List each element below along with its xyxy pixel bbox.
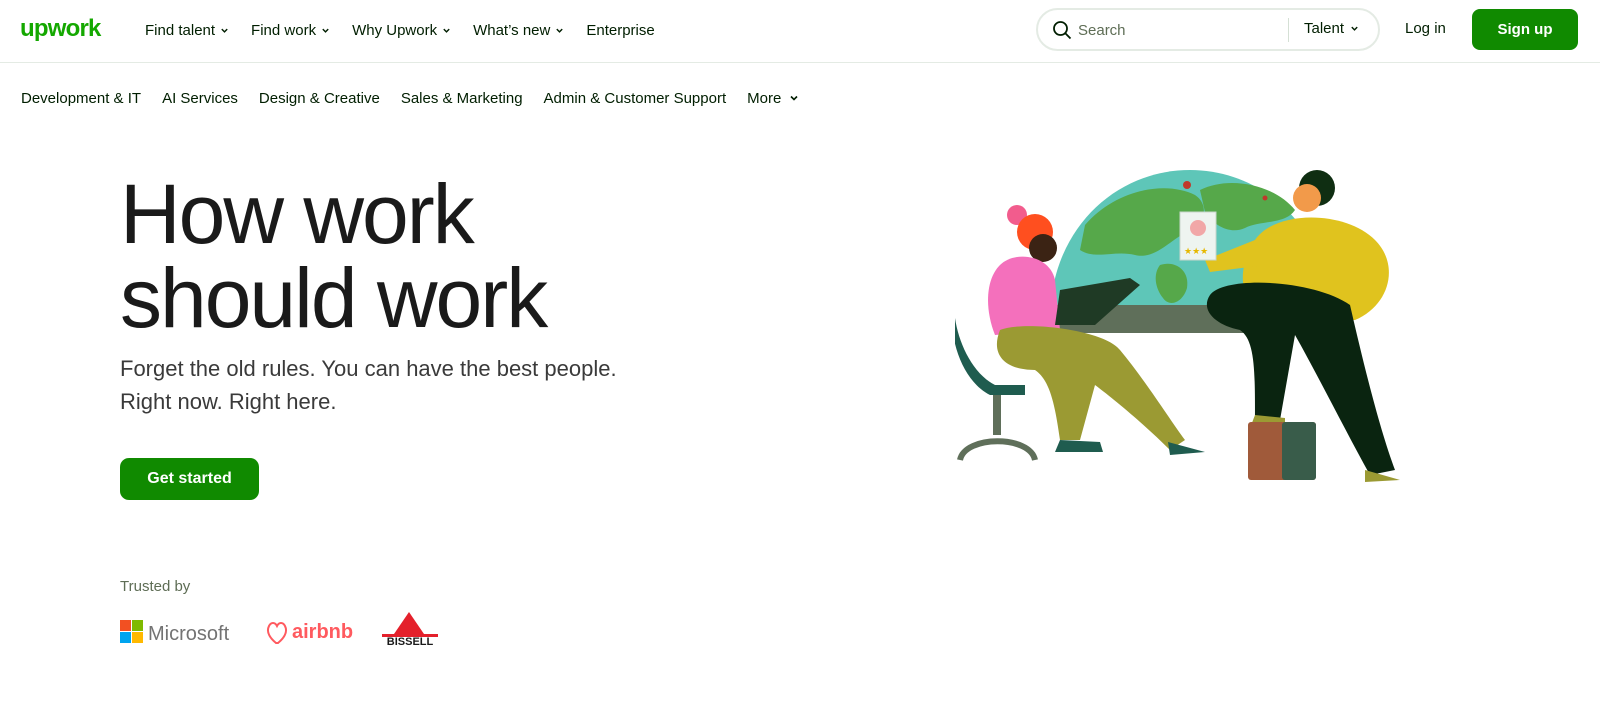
- category-design-creative[interactable]: Design & Creative: [259, 90, 380, 107]
- chevron-down-icon: [790, 95, 798, 101]
- map-pin-icon: [1262, 195, 1268, 201]
- hero-illustration: ★★★: [955, 170, 1400, 482]
- avatar: [1190, 220, 1206, 236]
- category-label: More: [747, 89, 782, 107]
- category-label: Development & IT: [21, 89, 142, 107]
- bissell-logo: BISSELL: [382, 612, 438, 648]
- category-label: Admin & Customer Support: [543, 89, 727, 107]
- category-label: AI Services: [162, 89, 238, 107]
- top-navigation-bar: upwork Find talent Find work Why Upwork …: [0, 0, 1600, 63]
- nav-find-talent-label: Find talent: [145, 21, 216, 39]
- map-pin-icon: [1183, 181, 1191, 189]
- chair-stem: [993, 395, 1001, 435]
- hero-subtitle-line2: Right now. Right here.: [120, 389, 337, 414]
- chevron-down-icon: [322, 28, 329, 33]
- search-scope-dropdown[interactable]: Talent: [1304, 20, 1359, 37]
- category-label: Sales & Marketing: [400, 89, 523, 107]
- nav-why-upwork-label: Why Upwork: [352, 21, 438, 39]
- woman-torso: [988, 256, 1060, 335]
- category-bar: Development & IT AI Services Design & Cr…: [21, 86, 820, 110]
- hero-subtitle-line1: Forget the old rules. You can have the b…: [120, 356, 617, 381]
- chevron-down-icon: [1351, 26, 1358, 31]
- man-head: [1293, 184, 1321, 212]
- woman-head: [1029, 234, 1057, 262]
- chevron-down-icon: [443, 28, 450, 33]
- bissell-logo-text: BISSELL: [387, 636, 434, 648]
- signup-button[interactable]: Sign up: [1472, 9, 1578, 50]
- chevron-down-icon: [556, 28, 564, 33]
- login-link[interactable]: Log in: [1405, 20, 1446, 37]
- hero-subtitle: Forget the old rules. You can have the b…: [120, 352, 680, 418]
- star-rating-icon: ★★★: [1184, 247, 1208, 257]
- microsoft-logo-text: Microsoft: [148, 623, 230, 645]
- category-ai-services[interactable]: AI Services: [162, 90, 238, 107]
- briefcase-shade: [1282, 422, 1316, 480]
- category-sales-marketing[interactable]: Sales & Marketing: [401, 90, 523, 107]
- trusted-logos: Microsoft airbnb BISSELL: [120, 612, 438, 648]
- upwork-logo-text: upwork: [20, 15, 102, 42]
- search-input[interactable]: [1078, 18, 1318, 42]
- category-admin-support[interactable]: Admin & Customer Support: [544, 90, 727, 107]
- airbnb-logo-text: airbnb: [292, 621, 353, 643]
- nav-enterprise[interactable]: Enterprise: [586, 22, 654, 39]
- hero-title-line2: should work: [120, 251, 548, 345]
- nav-find-talent[interactable]: Find talent: [145, 22, 229, 39]
- chevron-down-icon: [221, 28, 228, 33]
- category-label: Design & Creative: [258, 89, 380, 107]
- upwork-logo[interactable]: upwork: [20, 14, 110, 44]
- hero-title: How work should work: [120, 172, 680, 340]
- category-development-it[interactable]: Development & IT: [21, 90, 141, 107]
- search-divider: [1288, 18, 1289, 42]
- category-more[interactable]: More: [747, 90, 799, 107]
- nav-find-work-label: Find work: [251, 21, 317, 39]
- microsoft-logo: Microsoft: [120, 620, 230, 645]
- shoe: [1168, 442, 1205, 455]
- nav-whats-new[interactable]: What’s new: [473, 22, 564, 39]
- woman-legs: [996, 326, 1185, 450]
- search-scope-label: Talent: [1304, 20, 1345, 37]
- get-started-button[interactable]: Get started: [120, 458, 259, 500]
- nav-whats-new-label: What’s new: [473, 21, 551, 39]
- airbnb-logo: airbnb: [266, 621, 353, 644]
- nav-why-upwork[interactable]: Why Upwork: [352, 22, 451, 39]
- search-bar: Talent: [1036, 8, 1380, 51]
- chair-base: [957, 438, 1038, 462]
- nav-find-work[interactable]: Find work: [251, 22, 330, 39]
- main-nav: Find talent Find work Why Upwork What’s …: [145, 0, 677, 60]
- trusted-by-label: Trusted by: [120, 578, 191, 595]
- search-icon[interactable]: [1052, 20, 1072, 40]
- nav-enterprise-label: Enterprise: [586, 21, 655, 39]
- shoe: [1055, 440, 1103, 452]
- hero-title-line1: How work: [120, 167, 475, 261]
